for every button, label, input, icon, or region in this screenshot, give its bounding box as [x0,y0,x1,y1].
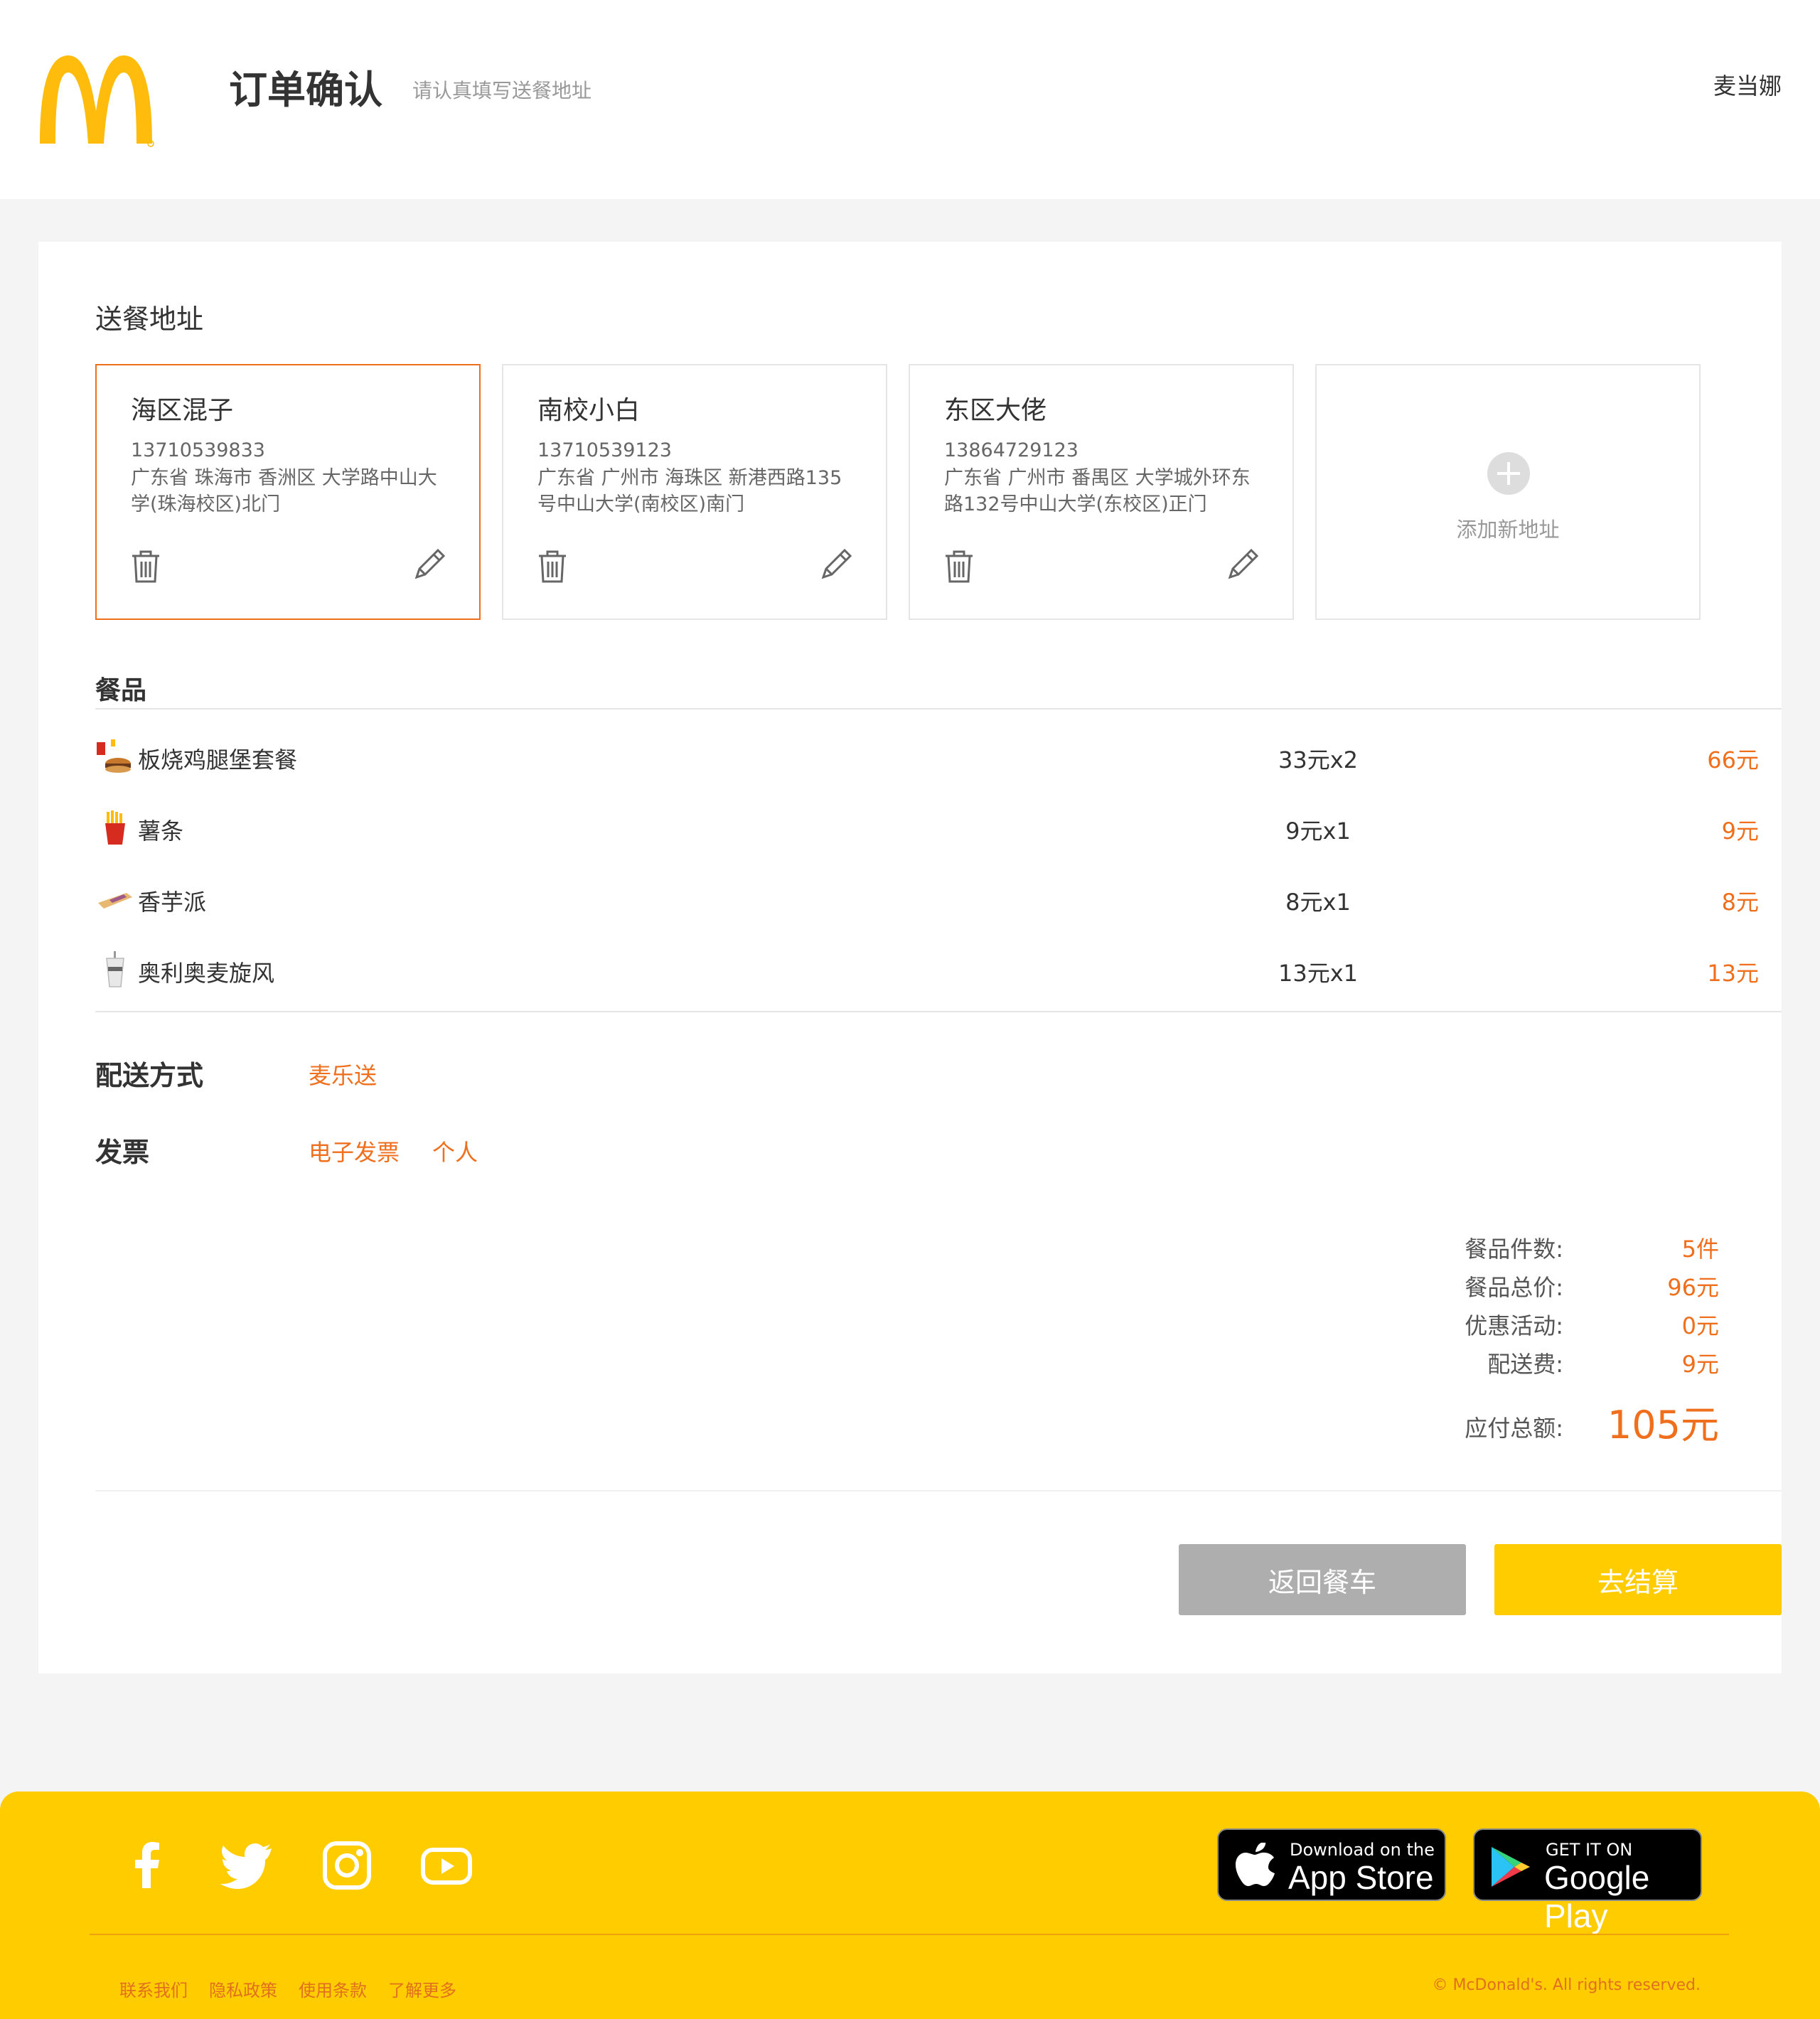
mcdonalds-logo[interactable] [37,51,155,148]
google-play-badge[interactable]: GET IT ON Google Play [1473,1828,1702,1934]
table-row: 香芋派 8元x1 8元 [95,859,1759,930]
subtotal-label: 餐品总价: [1465,1274,1563,1301]
footer-link-contact[interactable]: 联系我们 [119,1976,188,2001]
item-count-label: 餐品件数: [1465,1236,1563,1263]
item-count-value: 5件 [1681,1236,1719,1263]
back-to-cart-button[interactable]: 返回餐车 [1179,1544,1466,1615]
address-name: 南校小白 [537,396,641,425]
item-total: 8元 [1721,889,1759,916]
item-total: 66元 [1707,746,1759,773]
footer-divider [90,1934,1729,1935]
trash-icon[interactable] [944,550,974,583]
instagram-icon[interactable] [320,1838,374,1892]
burger-meal-icon [97,739,131,773]
item-total: 13元 [1707,960,1759,987]
item-name: 板烧鸡腿堡套餐 [138,746,298,773]
address-name: 东区大佬 [944,396,1047,425]
address-text: 广东省 广州市 海珠区 新港西路135号中山大学(南校区)南门 [537,467,842,515]
twitter-icon[interactable] [220,1838,274,1892]
invoice-title-option[interactable]: 个人 [432,1135,478,1167]
footer-link-more[interactable]: 了解更多 [388,1976,456,2001]
address-text: 广东省 珠海市 香洲区 大学路中山大学(珠海校区)北门 [131,467,437,515]
address-phone: 13710539833 [131,439,265,461]
items-section-title: 餐品 [95,676,147,705]
google-play-icon [1492,1847,1530,1887]
order-card: 送餐地址 海区混子 13710539833 广东省 珠海市 香洲区 大学路中山大… [38,242,1782,1673]
footer-link-privacy[interactable]: 隐私政策 [209,1976,277,2001]
trash-icon[interactable] [537,550,567,583]
header: 订单确认 请认真填写送餐地址 麦当娜 [0,0,1820,199]
pie-icon [98,893,132,909]
delivery-method-option[interactable]: 麦乐送 [309,1058,377,1091]
subtotal-value: 96元 [1667,1274,1719,1301]
item-name: 薯条 [138,818,184,845]
youtube-icon[interactable] [419,1838,473,1892]
footer-link-terms[interactable]: 使用条款 [299,1976,367,2001]
item-name: 奥利奥麦旋风 [138,960,275,987]
username-link[interactable]: 麦当娜 [1713,68,1782,101]
plus-icon [1487,452,1530,495]
table-row: 板烧鸡腿堡套餐 33元x2 66元 [95,717,1759,788]
facebook-icon[interactable] [121,1838,175,1892]
app-store-big-text: App Store [1288,1859,1434,1896]
page-subtitle: 请认真填写送餐地址 [412,79,592,102]
address-text: 广东省 广州市 番禺区 大学城外环东路132号中山大学(东校区)正门 [944,467,1251,515]
item-qty: 8元x1 [1285,889,1351,916]
pencil-icon[interactable] [414,547,446,580]
mcflurry-icon [106,951,124,987]
address-card-3[interactable]: 东区大佬 13864729123 广东省 广州市 番禺区 大学城外环东路132号… [909,364,1294,620]
address-name: 海区混子 [131,396,234,425]
copyright: © McDonald's. All rights reserved. [1432,1976,1701,1994]
add-address-label: 添加新地址 [1456,518,1560,542]
google-play-big-text: Google Play [1544,1859,1650,1934]
address-card-1[interactable]: 海区混子 13710539833 广东省 珠海市 香洲区 大学路中山大学(珠海校… [95,364,481,620]
items-bottom-divider [95,1011,1782,1012]
delivery-method-label: 配送方式 [95,1060,204,1091]
table-row: 薯条 9元x1 9元 [95,788,1759,859]
invoice-label: 发票 [95,1137,150,1168]
fries-icon [105,810,125,845]
google-play-small-text: GET IT ON [1546,1840,1633,1860]
trash-icon[interactable] [131,550,161,583]
address-card-2[interactable]: 南校小白 13710539123 广东省 广州市 海珠区 新港西路135号中山大… [502,364,887,620]
discount-label: 优惠活动: [1465,1312,1563,1339]
item-total: 9元 [1721,818,1759,845]
items-top-divider [95,708,1782,709]
address-section-title: 送餐地址 [95,304,204,335]
total-value: 105元 [1607,1403,1719,1447]
add-address-button[interactable]: 添加新地址 [1315,364,1701,620]
app-store-badge[interactable]: Download on the App Store [1217,1828,1446,1901]
summary-divider [95,1490,1782,1492]
item-qty: 33元x2 [1278,746,1359,773]
invoice-type-option[interactable]: 电子发票 [309,1135,400,1167]
delivery-fee-value: 9元 [1681,1351,1719,1378]
address-phone: 13710539123 [537,439,672,461]
item-qty: 13元x1 [1278,960,1359,987]
delivery-fee-label: 配送费: [1487,1351,1563,1378]
page-title: 订单确认 [229,68,382,112]
table-row: 奥利奥麦旋风 13元x1 13元 [95,930,1759,1001]
item-qty: 9元x1 [1285,818,1351,845]
item-name: 香芋派 [138,889,207,916]
pencil-icon[interactable] [1227,547,1260,580]
footer: Download on the App Store GET IT ON Goog… [0,1792,1820,2019]
app-store-small-text: Download on the [1290,1840,1435,1860]
discount-value: 0元 [1681,1312,1719,1339]
address-phone: 13864729123 [944,439,1078,461]
apple-icon [1236,1843,1275,1886]
pencil-icon[interactable] [820,547,853,580]
checkout-button[interactable]: 去结算 [1494,1544,1782,1615]
